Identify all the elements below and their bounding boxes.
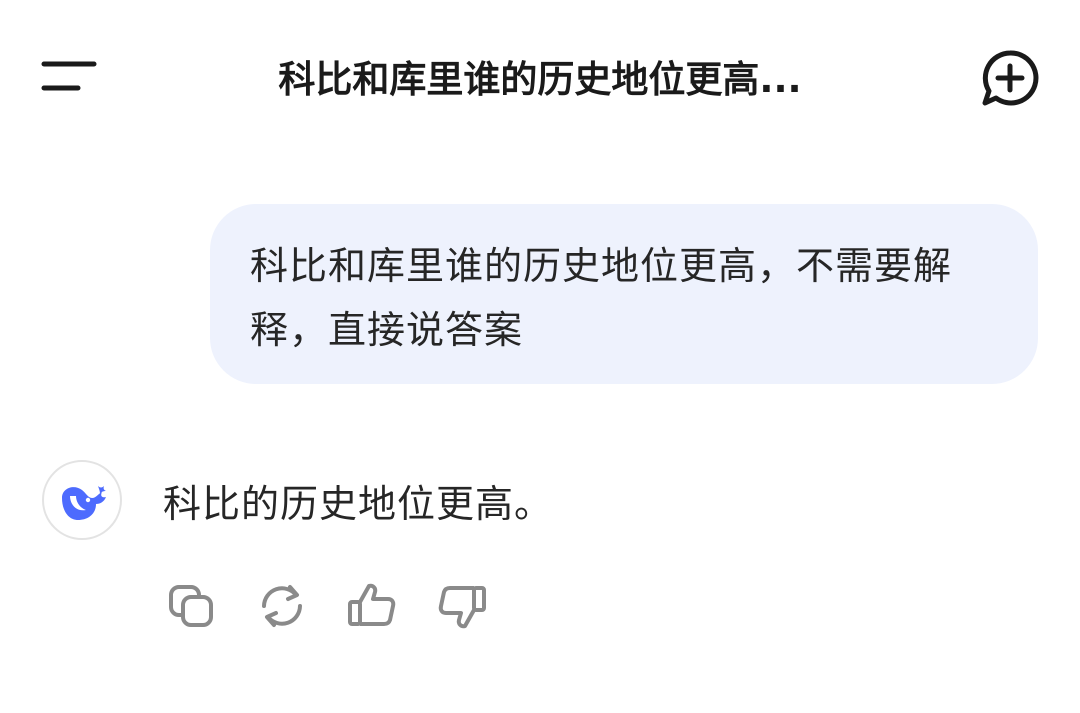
thumbs-down-button[interactable] (434, 578, 490, 634)
menu-icon (41, 61, 97, 91)
top-bar: 科比和库里谁的历史地位更高... (0, 0, 1080, 155)
regenerate-button[interactable] (254, 578, 310, 634)
new-chat-button[interactable] (974, 44, 1046, 114)
new-chat-icon (982, 50, 1039, 106)
assistant-avatar (42, 460, 122, 540)
assistant-message: 科比的历史地位更高。 (163, 482, 554, 526)
menu-button[interactable] (32, 50, 104, 106)
regenerate-icon (262, 585, 302, 627)
copy-icon (169, 585, 213, 627)
whale-logo-icon (62, 486, 106, 520)
user-message-bubble: 科比和库里谁的历史地位更高，不需要解释，直接说答案 (210, 204, 1038, 384)
thumbs-down-icon (438, 586, 486, 629)
copy-button[interactable] (164, 578, 220, 634)
thumbs-up-button[interactable] (344, 578, 400, 634)
chat-title: 科比和库里谁的历史地位更高... (278, 58, 802, 101)
thumbs-up-icon (348, 583, 396, 626)
